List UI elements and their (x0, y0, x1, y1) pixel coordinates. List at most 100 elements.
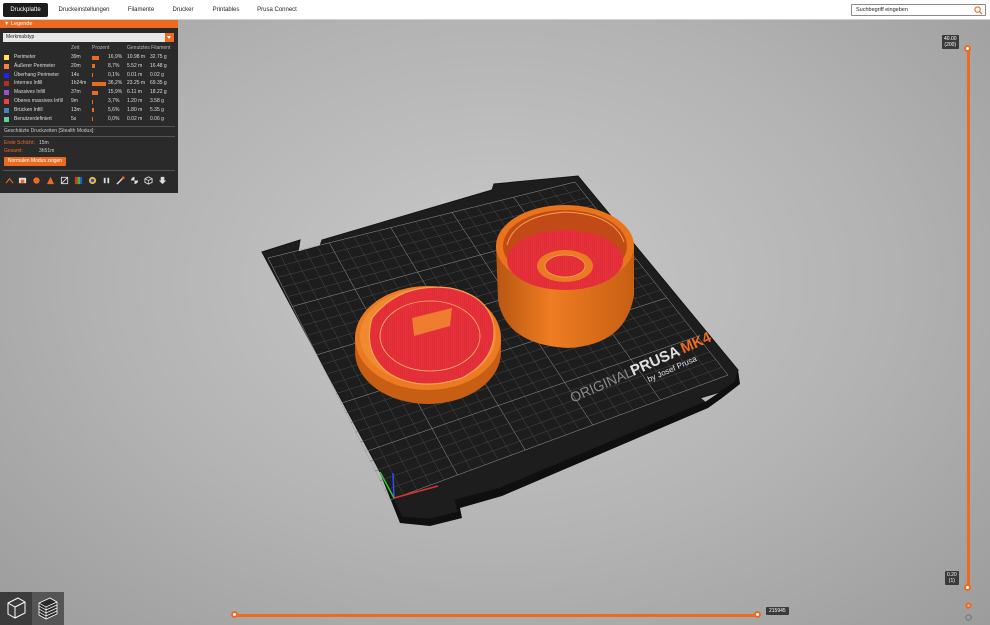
center-of-gravity-icon[interactable] (130, 176, 139, 185)
legend-color-swatch (4, 107, 9, 113)
legend-length: 0.01 m (127, 71, 143, 78)
cube-icon (7, 597, 26, 619)
total-label: Gesamt: (4, 148, 23, 154)
preview-button[interactable] (32, 592, 64, 625)
legend-row[interactable]: Benutzerdefiniert 5s 0,0% 0.02 m 0.06 g (0, 115, 178, 124)
legend-row[interactable]: Äußerer Perimeter 20m 8,7% 5.52 m 16.48 g (0, 62, 178, 71)
legend-color-swatch (4, 55, 9, 60)
top-tab-bar: Druckplatte Druckeinstellungen Filamente… (0, 0, 990, 20)
legend-percent: 3,7% (108, 98, 120, 104)
legend-header[interactable]: ▼ Legende (0, 20, 178, 28)
legend-weight: 32.75 g (150, 54, 167, 60)
legend-weight: 69.35 g (150, 80, 167, 87)
legend-weight: 0.02 g (150, 71, 164, 78)
legend-row[interactable]: Massives Infill 37m 15,9% 6.11 m 18.22 g (0, 88, 178, 97)
layer-slider-top-thumb[interactable] (964, 45, 971, 52)
legend-feature-name: Benutzerdefiniert (14, 115, 52, 122)
legend-feature-name: Überhang Perimeter (14, 71, 60, 78)
top-layer-number: (200) (944, 42, 957, 48)
legend-percent: 5,6% (108, 106, 120, 113)
column-header-time: Zeit (71, 45, 80, 51)
gcode-move-slider-start-thumb[interactable] (231, 611, 238, 618)
legend-panel: ▼ Legende Merkmalstyp Zeit Prozent Genut… (0, 20, 178, 193)
search-input[interactable]: Suchbegriff eingeben (851, 4, 986, 16)
legend-time: 39m (71, 54, 81, 60)
divider (3, 170, 175, 171)
legend-length: 6.11 m (127, 89, 142, 96)
legend-title: Legende (10, 21, 33, 27)
wipe-icon[interactable] (18, 176, 27, 185)
legend-percent: 0,1% (108, 71, 120, 78)
tab-druckeinstellungen[interactable]: Druckeinstellungen (55, 3, 113, 17)
legend-color-swatch (4, 63, 9, 69)
layer-slider-bottom-label: 0.20 (1) (945, 571, 959, 585)
legend-percent: 15,9% (108, 89, 123, 96)
layer-slider-bottom-thumb[interactable] (964, 584, 971, 591)
legend-weight: 16.48 g (150, 62, 167, 69)
search-icon[interactable] (974, 6, 983, 15)
gcode-move-slider-track[interactable] (234, 614, 758, 617)
tab-druckplatte[interactable]: Druckplatte (3, 3, 48, 17)
legend-length: 10.98 m (127, 54, 146, 60)
tab-filamente[interactable]: Filamente (122, 3, 160, 17)
seams-icon[interactable] (60, 176, 69, 185)
tool-changes-icon[interactable] (74, 176, 83, 185)
view-type-dropdown[interactable]: Merkmalstyp (3, 33, 174, 42)
legend-feature-name: Internes Infill (14, 80, 43, 87)
legend-percent-bar (92, 64, 96, 69)
tool-marker-icon[interactable] (158, 176, 167, 185)
legend-weight: 0.06 g (150, 115, 164, 122)
chevron-down-icon[interactable] (165, 33, 174, 42)
layer-slider-track[interactable] (967, 48, 970, 588)
view-type-value: Merkmalstyp (6, 34, 35, 40)
legend-feature-name: Oberes massives Infill (14, 98, 63, 104)
layer-slider-top-label: 40.00 (200) (942, 35, 959, 49)
legend-length: 5.52 m (127, 62, 143, 69)
legend-weight: 3.58 g (150, 98, 164, 104)
divider (3, 126, 175, 127)
legend-color-swatch (4, 99, 9, 104)
tab-prusa-connect[interactable]: Prusa Connect (252, 3, 302, 17)
legend-time: 14s (71, 71, 80, 78)
legend-row[interactable]: Überhang Perimeter 14s 0,1% 0.01 m 0.02 g (0, 71, 178, 80)
legend-percent: 36,2% (108, 80, 123, 87)
gcode-move-slider-end-thumb[interactable] (754, 611, 761, 618)
divider (3, 136, 175, 137)
color-changes-icon[interactable] (88, 176, 97, 185)
tab-printables[interactable]: Printables (207, 3, 245, 17)
legend-percent-bar (92, 108, 95, 113)
deretractions-icon[interactable] (46, 176, 55, 185)
legend-percent-bar (92, 81, 107, 86)
legend-feature-name: Perimeter (14, 54, 36, 60)
legend-time: 37m (71, 89, 81, 96)
legend-color-swatch (4, 90, 9, 96)
column-header-percent: Prozent (92, 45, 110, 51)
legend-percent: 8,7% (108, 62, 120, 69)
first-layer-value: 15m (39, 140, 49, 146)
custom-gcodes-icon[interactable] (116, 176, 125, 185)
legend-color-swatch (4, 72, 9, 78)
legend-color-swatch (4, 116, 9, 122)
legend-row[interactable]: Perimeter 39m 16,9% 10.98 m 32.75 g (0, 53, 178, 62)
legend-row[interactable]: Brücken Infill 13m 5,6% 1.80 m 5.35 g (0, 106, 178, 115)
legend-row[interactable]: Oberes massives Infill 9m 3,7% 1.20 m 3.58 g (0, 97, 178, 106)
travel-moves-icon[interactable] (5, 176, 14, 185)
legend-feature-name: Äußerer Perimeter (14, 62, 56, 69)
column-header-used-filament: Genutztes Filament (127, 45, 171, 51)
search-placeholder: Suchbegriff eingeben (856, 7, 908, 13)
legend-time: 20m (71, 62, 81, 69)
legend-length: 0.02 m (127, 115, 143, 122)
legend-percent-bar (92, 90, 99, 95)
cog-settings-icon[interactable] (964, 613, 973, 622)
tab-drucker[interactable]: Drucker (168, 3, 198, 17)
shells-icon[interactable] (144, 176, 153, 185)
show-normal-mode-button[interactable]: Normalen Modus zeigen (4, 157, 66, 166)
legend-feature-name: Brücken Infill (14, 106, 43, 113)
pause-prints-icon[interactable] (102, 176, 111, 185)
legend-percent-bar (92, 73, 93, 78)
3d-view-button[interactable] (0, 592, 32, 625)
legend-weight: 5.35 g (150, 106, 164, 113)
gear-icon[interactable] (964, 601, 973, 610)
retractions-icon[interactable] (32, 176, 41, 185)
legend-row[interactable]: Internes Infill 1h24m 36,2% 23.25 m 69.35 g (0, 79, 178, 88)
